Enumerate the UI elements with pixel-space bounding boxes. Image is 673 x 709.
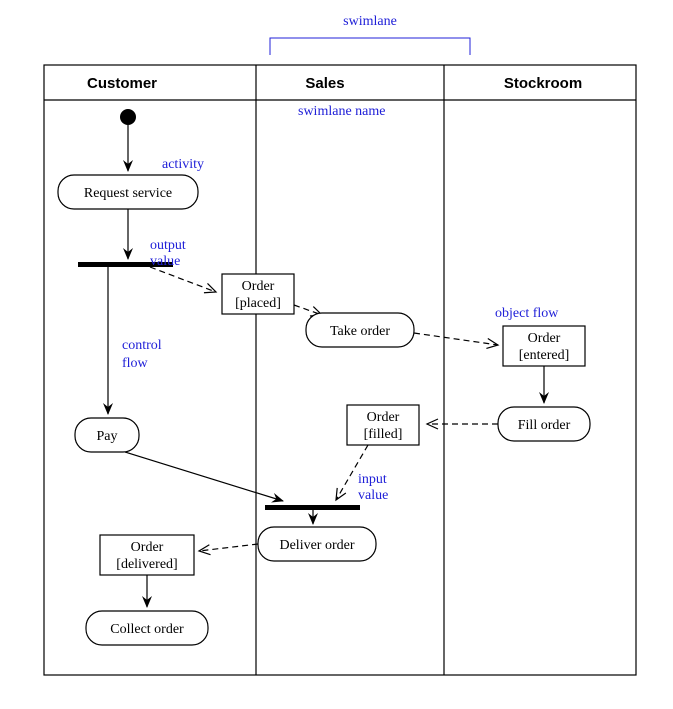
annotation-output-value-1: output (150, 238, 186, 253)
object-order-placed: Order [placed] (222, 274, 294, 314)
annotation-activity: activity (162, 157, 204, 172)
svg-text:[entered]: [entered] (519, 348, 570, 363)
annotation-control-flow-1: control (122, 338, 162, 353)
lane-header-sales: Sales (305, 75, 344, 92)
annotation-swimlane-name: swimlane name (298, 104, 385, 119)
svg-text:[filled]: [filled] (364, 427, 403, 442)
activity-take-order: Take order (306, 313, 414, 347)
svg-text:Collect order: Collect order (110, 622, 184, 637)
svg-text:Order: Order (367, 410, 400, 425)
annotation-control-flow-2: flow (122, 356, 149, 371)
objflow-fork-to-order-placed (150, 267, 216, 292)
swimlane-bracket (270, 38, 470, 55)
object-order-entered: Order [entered] (503, 326, 585, 366)
svg-text:[delivered]: [delivered] (116, 557, 177, 572)
object-order-filled: Order [filled] (347, 405, 419, 445)
svg-text:Request service: Request service (84, 186, 172, 201)
svg-text:Pay: Pay (97, 429, 118, 444)
annotation-output-value-2: value (150, 254, 180, 269)
objflow-deliver-to-delivered (199, 544, 258, 551)
activity-pay: Pay (75, 418, 139, 452)
svg-text:Fill order: Fill order (518, 418, 571, 433)
annotation-input-value-1: input (358, 472, 387, 487)
lane-header-customer: Customer (87, 75, 157, 92)
annotation-swimlane: swimlane (343, 14, 397, 29)
activity-deliver-order: Deliver order (258, 527, 376, 561)
svg-text:Order: Order (528, 331, 561, 346)
annotation-input-value-2: value (358, 488, 388, 503)
lane-header-stockroom: Stockroom (504, 75, 582, 92)
svg-text:Deliver order: Deliver order (279, 538, 354, 553)
activity-collect-order: Collect order (86, 611, 208, 645)
flow-pay-to-join (125, 452, 283, 501)
objflow-takeorder-to-entered (414, 333, 498, 345)
svg-text:[placed]: [placed] (235, 296, 281, 311)
activity-request-service: Request service (58, 175, 198, 209)
svg-text:Take order: Take order (330, 324, 390, 339)
initial-node (120, 109, 136, 125)
object-order-delivered: Order [delivered] (100, 535, 194, 575)
annotation-object-flow: object flow (495, 306, 559, 321)
activity-diagram: swimlane Customer Sales Stockroom swimla… (0, 0, 673, 709)
svg-text:Order: Order (131, 540, 164, 555)
activity-fill-order: Fill order (498, 407, 590, 441)
svg-text:Order: Order (242, 279, 275, 294)
join-bar-2 (265, 505, 360, 510)
